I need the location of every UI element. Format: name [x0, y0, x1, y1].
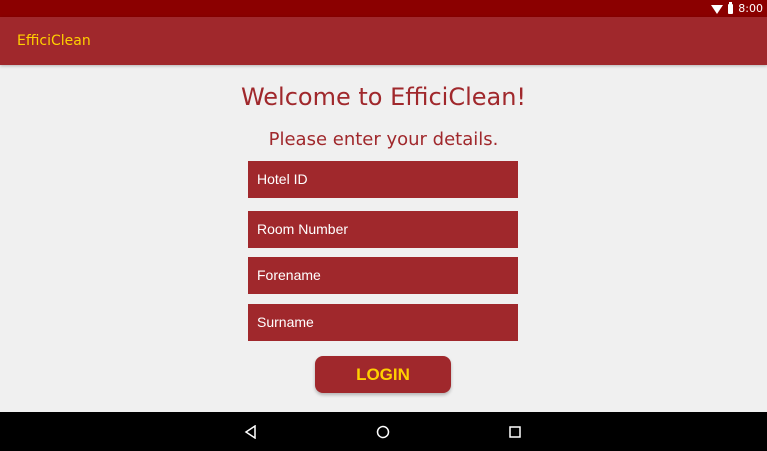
- home-button[interactable]: [363, 412, 403, 451]
- forename-input[interactable]: [248, 257, 518, 294]
- app-title: EfficiClean: [17, 33, 91, 49]
- home-icon: [376, 425, 390, 438]
- login-button[interactable]: LOGIN: [315, 356, 451, 393]
- status-icons: 8:00: [711, 1, 763, 16]
- hotel-id-input[interactable]: [248, 161, 518, 198]
- recents-button[interactable]: [495, 412, 535, 451]
- instructions-text: Please enter your details.: [268, 129, 499, 150]
- status-bar: 8:00: [0, 0, 767, 17]
- surname-input[interactable]: [248, 304, 518, 341]
- wifi-icon: [711, 4, 724, 14]
- back-icon: [244, 424, 256, 439]
- recents-icon: [509, 425, 521, 438]
- battery-icon: [728, 1, 734, 14]
- login-form: Welcome to EfficiClean! Please enter you…: [0, 65, 767, 412]
- app-bar: EfficiClean: [0, 17, 767, 65]
- room-number-input[interactable]: [248, 211, 518, 248]
- back-button[interactable]: [231, 412, 271, 451]
- welcome-heading: Welcome to EfficiClean!: [240, 83, 527, 111]
- status-time: 8:00: [738, 2, 763, 15]
- navigation-bar: [0, 412, 767, 451]
